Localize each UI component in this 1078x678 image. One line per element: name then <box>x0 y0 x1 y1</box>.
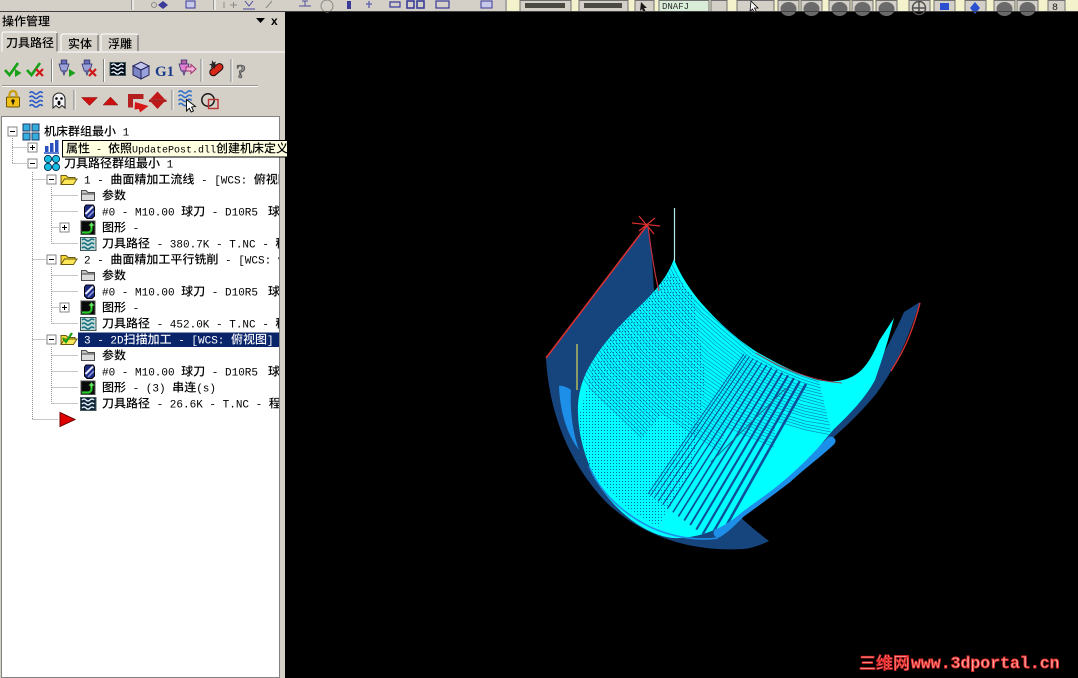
svg-text:-: - <box>126 224 139 236</box>
svg-text:#0 - M10.00: #0 - M10.00 <box>102 288 181 300</box>
svg-text:1 -: 1 - <box>84 176 110 188</box>
svg-text:- [WCS:: - [WCS: <box>172 336 231 348</box>
svg-text:#0 - M10.00: #0 - M10.00 <box>102 368 181 380</box>
svg-text:3 - 2D: 3 - 2D <box>84 336 124 348</box>
svg-text:- 452.0K - T.NC -: - 452.0K - T.NC - <box>150 320 275 332</box>
svg-text:www.3dportal.cn: www.3dportal.cn <box>911 654 1060 673</box>
svg-text:UpdatePost.dll: UpdatePost.dll <box>132 145 216 157</box>
svg-text:-: - <box>90 146 108 157</box>
svg-text:- 380.7K - T.NC -: - 380.7K - T.NC - <box>150 240 275 252</box>
svg-text:G1: G1 <box>155 64 174 80</box>
svg-text:1: 1 <box>160 160 174 172</box>
svg-text:8: 8 <box>1052 3 1058 14</box>
svg-text:x: x <box>271 14 278 28</box>
svg-text:2 -: 2 - <box>84 256 110 268</box>
svg-text:- D10R5: - D10R5 <box>205 288 258 300</box>
svg-text:1: 1 <box>116 128 130 140</box>
svg-text:#0 - M10.00: #0 - M10.00 <box>102 208 181 220</box>
svg-text:- (3): - (3) <box>126 384 172 396</box>
svg-text:(s): (s) <box>196 384 216 396</box>
svg-text:- D10R5: - D10R5 <box>205 208 258 220</box>
svg-text:- [WCS:: - [WCS: <box>194 176 253 188</box>
svg-text:- 26.6K - T.NC -: - 26.6K - T.NC - <box>150 400 269 412</box>
svg-text:- D10R5: - D10R5 <box>205 368 258 380</box>
svg-text:- [WCS:: - [WCS: <box>218 256 277 268</box>
svg-text:?: ? <box>236 61 246 83</box>
svg-text:DNAFJ: DNAFJ <box>662 2 689 12</box>
svg-text:-: - <box>126 304 139 316</box>
